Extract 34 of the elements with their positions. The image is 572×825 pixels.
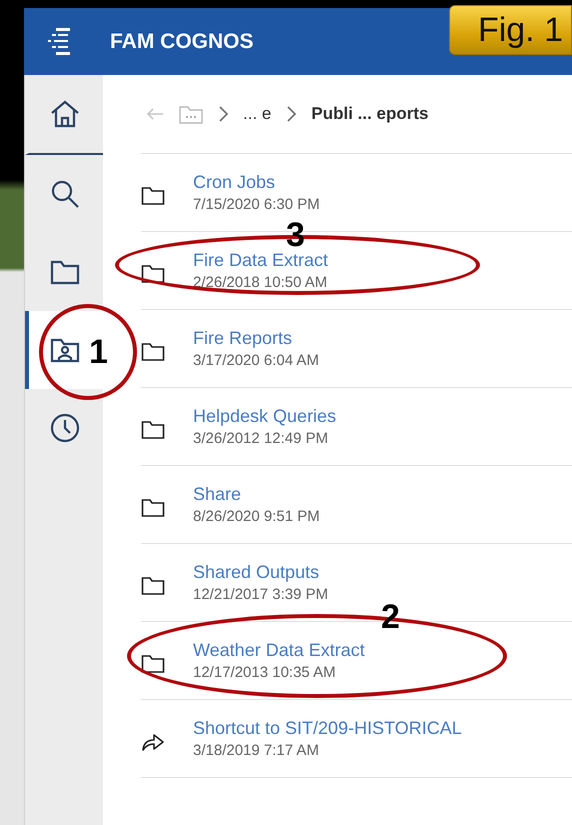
app-title: FAM COGNOS — [110, 30, 254, 54]
clock-icon — [49, 412, 81, 444]
modified-date: 7/15/2020 6:30 PM — [193, 196, 320, 213]
modified-date: 2/26/2018 10:50 AM — [193, 274, 328, 291]
figure-label: Fig. 1 — [448, 5, 572, 55]
item-link[interactable]: Share — [193, 484, 320, 505]
folder-icon — [141, 574, 165, 596]
item-link[interactable]: Fire Reports — [193, 328, 319, 349]
folder-icon — [141, 184, 165, 206]
item-link[interactable]: Fire Data Extract — [193, 250, 328, 271]
home-icon — [49, 98, 81, 130]
modified-date: 3/17/2020 6:04 AM — [193, 352, 319, 369]
chevron-icon — [285, 105, 298, 123]
breadcrumb-link[interactable]: ... e — [243, 104, 272, 124]
modified-date: 3/18/2019 7:17 AM — [193, 742, 320, 759]
folder-icon — [141, 418, 165, 440]
item-link[interactable]: Shared Outputs — [193, 562, 328, 583]
item-link[interactable]: Shortcut to SIT/209-HISTORICAL — [193, 718, 462, 739]
folder-icon — [141, 340, 165, 362]
modified-date: 8/26/2020 9:51 PM — [193, 508, 320, 525]
menu-icon[interactable] — [46, 26, 72, 56]
folder-icon — [141, 652, 165, 674]
folder-icon — [141, 262, 165, 284]
annotation-number: 1 — [89, 335, 108, 369]
breadcrumb-link[interactable]: Publi ... eports — [311, 104, 428, 124]
modified-date: 12/17/2013 10:35 AM — [193, 664, 337, 681]
folder-icon — [141, 496, 165, 518]
chevron-icon — [217, 105, 229, 123]
search-icon — [49, 178, 81, 210]
item-link[interactable]: Weather Data Extract — [193, 640, 365, 661]
item-link[interactable]: Cron Jobs — [193, 172, 320, 193]
modified-date: 12/21/2017 3:39 PM — [193, 586, 328, 603]
item-link[interactable]: Helpdesk Queries — [193, 406, 336, 427]
modified-date: 3/26/2012 12:49 PM — [193, 430, 330, 447]
